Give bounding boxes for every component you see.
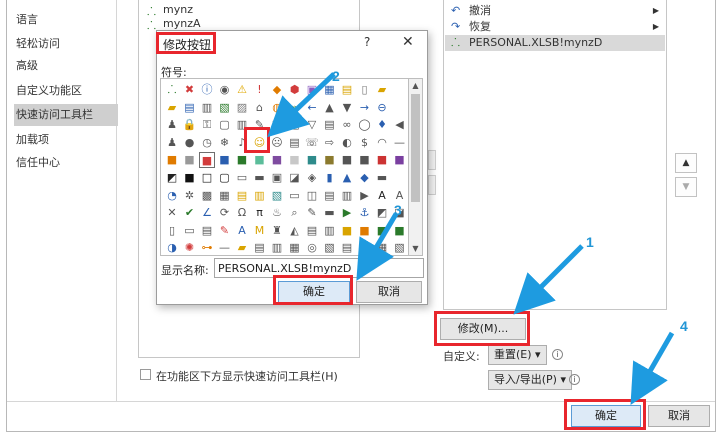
step-number-2: 2 [332,68,340,84]
arrow-step-2 [267,72,336,138]
arrow-step-3 [356,212,399,281]
annotation-arrows [267,72,675,405]
arrow-step-1 [513,244,584,315]
arrow-step-4 [630,331,675,405]
step-number-4: 4 [680,318,688,334]
step-number-3: 3 [394,202,402,218]
step-number-1: 1 [586,234,594,250]
